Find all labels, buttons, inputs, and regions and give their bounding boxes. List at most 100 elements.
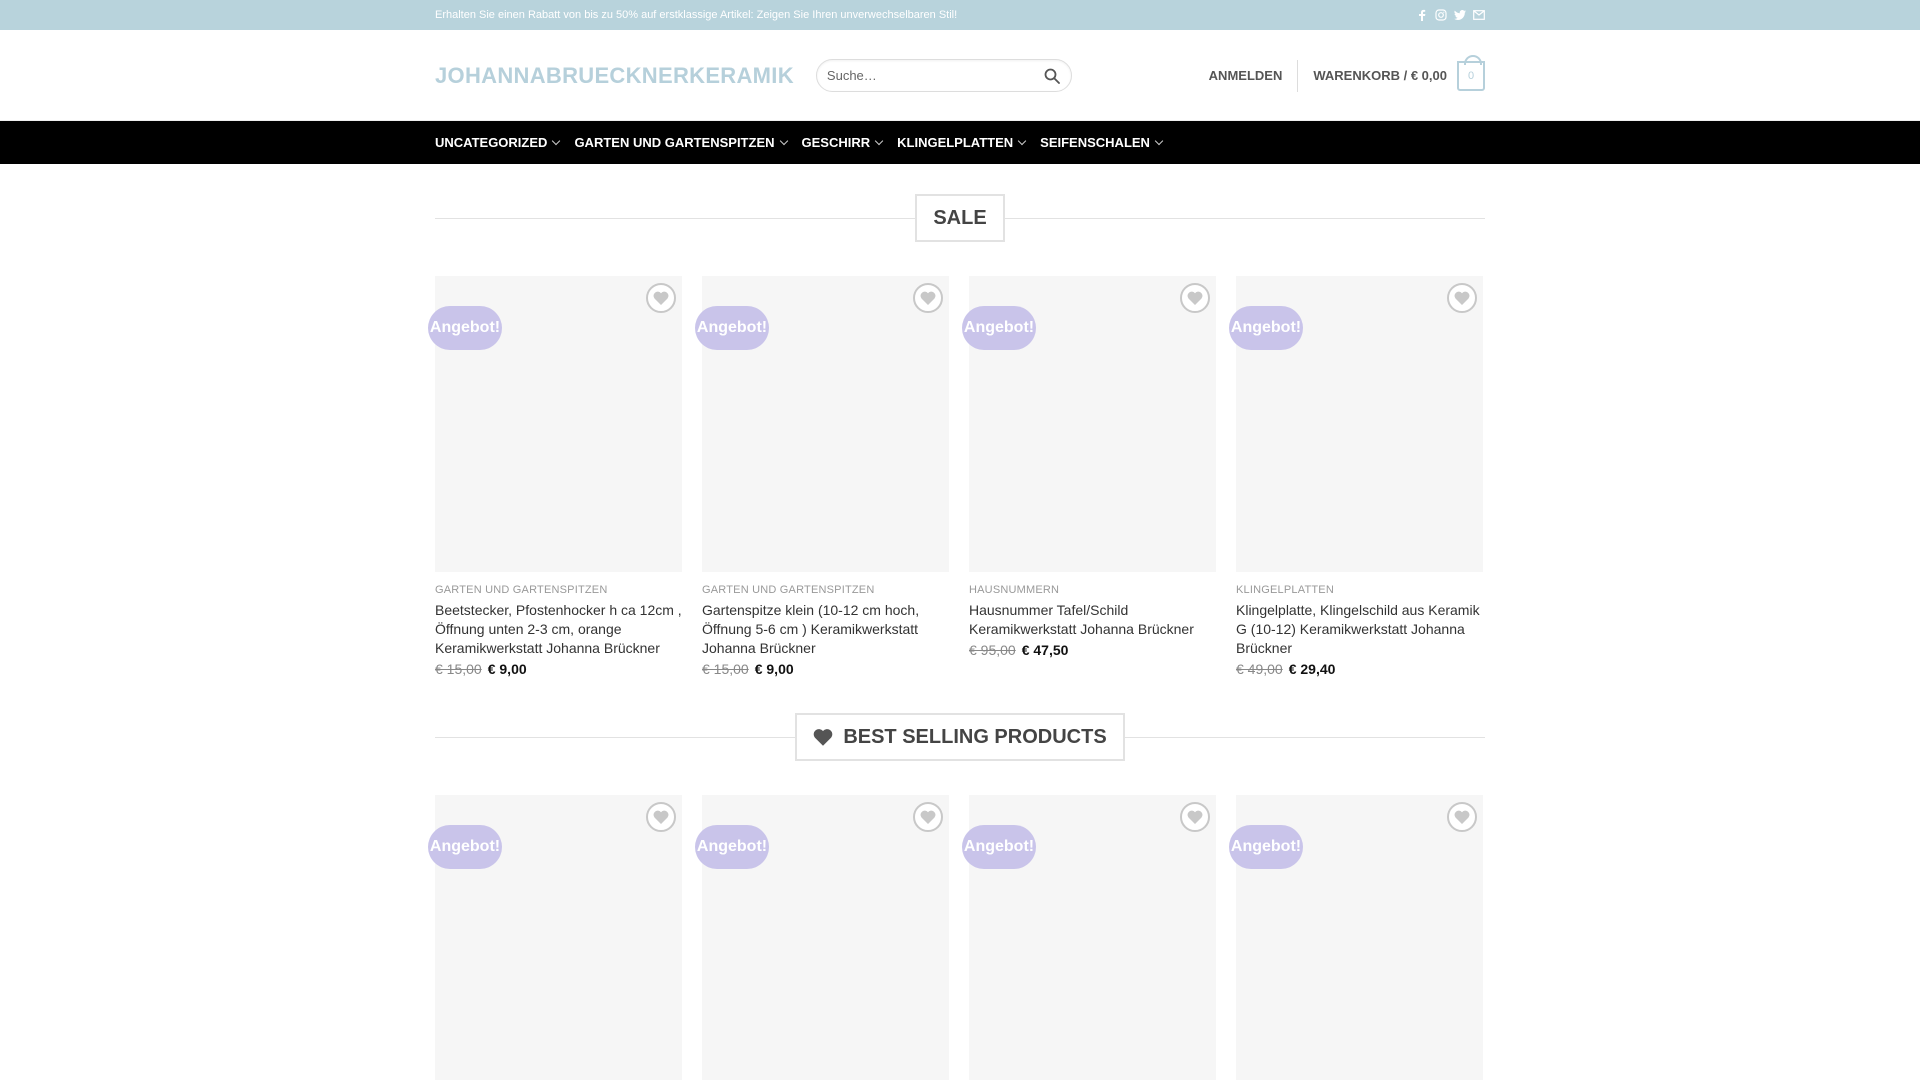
search-box	[815, 59, 1072, 92]
main-nav: UNCATEGORIZED GARTEN UND GARTENSPITZEN G…	[0, 121, 1920, 164]
chevron-down-icon	[1154, 136, 1164, 146]
wishlist-button[interactable]	[1180, 283, 1210, 313]
heart-icon	[814, 729, 833, 746]
wishlist-button[interactable]	[646, 283, 676, 313]
product-image[interactable]: Angebot!	[962, 276, 1216, 572]
product-card: Angebot! HAUSNUMMERN Hausnummer Tafel/Sc…	[962, 276, 1216, 677]
product-price: € 49,00 € 29,40	[1236, 661, 1483, 677]
section-heading: BEST SELLING PRODUCTS	[795, 713, 1125, 761]
section-heading: SALE	[915, 194, 1005, 242]
product-price: € 15,00 € 9,00	[702, 661, 949, 677]
site-header: JOHANNABRUECKNERKERAMIK ANMELDEN WARENKO…	[0, 30, 1920, 121]
product-card: Angebot! KLINGELPLATTEN Klingelplatte, K…	[1229, 276, 1483, 677]
heart-icon	[653, 810, 669, 824]
search-input[interactable]	[826, 68, 1043, 83]
new-price: € 47,50	[1021, 642, 1069, 658]
product-image[interactable]: Angebot!	[1229, 795, 1483, 1080]
product-image[interactable]: Angebot!	[695, 795, 949, 1080]
nav-item-label: GESCHIRR	[801, 135, 871, 150]
product-title[interactable]: Klingelplatte, Klingelschild aus Keramik…	[1236, 601, 1483, 658]
wishlist-button[interactable]	[913, 802, 943, 832]
sale-badge: Angebot!	[962, 306, 1036, 350]
promo-text: Erhalten Sie einen Rabatt von bis zu 50%…	[435, 9, 958, 21]
best-selling-section-title: BEST SELLING PRODUCTS	[435, 713, 1485, 761]
product-image[interactable]: Angebot!	[428, 795, 682, 1080]
product-category[interactable]: HAUSNUMMERN	[969, 584, 1216, 596]
nav-item-uncategorized[interactable]: UNCATEGORIZED	[435, 135, 561, 150]
product-card: Angebot!	[962, 795, 1216, 1080]
sale-badge: Angebot!	[1229, 825, 1303, 869]
heart-icon	[1454, 291, 1470, 305]
site-logo[interactable]: JOHANNABRUECKNERKERAMIK	[435, 63, 794, 89]
product-image[interactable]: Angebot!	[1229, 276, 1483, 572]
sale-badge: Angebot!	[962, 825, 1036, 869]
heart-icon	[653, 291, 669, 305]
cart-label: WARENKORB / € 0,00	[1313, 68, 1447, 83]
sale-section-title: SALE	[435, 194, 1485, 242]
wishlist-button[interactable]	[646, 802, 676, 832]
cart-link[interactable]: WARENKORB / € 0,00 0	[1298, 54, 1485, 91]
nav-item-seifenschalen[interactable]: SEIFENSCHALEN	[1040, 135, 1164, 150]
section-heading-text: SALE	[933, 206, 987, 229]
wishlist-button[interactable]	[1180, 802, 1210, 832]
product-image[interactable]: Angebot!	[962, 795, 1216, 1080]
new-price: € 9,00	[754, 661, 794, 677]
product-category[interactable]: GARTEN UND GARTENSPITZEN	[435, 584, 682, 596]
nav-item-klingelplatten[interactable]: KLINGELPLATTEN	[897, 135, 1027, 150]
heart-icon	[1187, 291, 1203, 305]
product-title[interactable]: Gartenspitze klein (10-12 cm hoch, Öffnu…	[702, 601, 949, 658]
product-price: € 95,00 € 47,50	[969, 642, 1216, 658]
chevron-down-icon	[874, 136, 884, 146]
mail-icon[interactable]	[1473, 9, 1485, 21]
heart-icon	[920, 810, 936, 824]
old-price: € 15,00	[435, 661, 482, 677]
nav-item-label: GARTEN UND GARTENSPITZEN	[574, 135, 775, 150]
product-title[interactable]: Beetstecker, Pfostenhocker h ca 12cm , Ö…	[435, 601, 682, 658]
chevron-down-icon	[779, 136, 788, 146]
nav-item-label: UNCATEGORIZED	[435, 135, 548, 150]
product-card: Angebot!	[695, 795, 949, 1080]
twitter-icon[interactable]	[1454, 9, 1466, 21]
wishlist-button[interactable]	[1447, 802, 1477, 832]
product-title[interactable]: Hausnummer Tafel/Schild Keramikwerkstatt…	[969, 601, 1216, 639]
best-selling-products-grid: Angebot! Angebot! Angebot! Angebot!	[428, 795, 1485, 1080]
instagram-icon[interactable]	[1435, 9, 1447, 21]
sale-badge: Angebot!	[428, 825, 502, 869]
new-price: € 29,40	[1288, 661, 1336, 677]
section-heading-text: BEST SELLING PRODUCTS	[843, 725, 1107, 748]
product-card: Angebot! GARTEN UND GARTENSPITZEN Garten…	[695, 276, 949, 677]
wishlist-button[interactable]	[913, 283, 943, 313]
old-price: € 49,00	[1236, 661, 1283, 677]
facebook-icon[interactable]	[1416, 9, 1428, 21]
nav-item-label: KLINGELPLATTEN	[897, 135, 1014, 150]
top-bar: Erhalten Sie einen Rabatt von bis zu 50%…	[0, 0, 1920, 30]
heart-icon	[1187, 810, 1203, 824]
product-price: € 15,00 € 9,00	[435, 661, 682, 677]
product-category[interactable]: GARTEN UND GARTENSPITZEN	[702, 584, 949, 596]
product-category[interactable]: KLINGELPLATTEN	[1236, 584, 1483, 596]
cart-count-icon: 0	[1457, 54, 1485, 91]
product-image[interactable]: Angebot!	[428, 276, 682, 572]
nav-item-label: SEIFENSCHALEN	[1040, 135, 1150, 150]
sale-badge: Angebot!	[695, 825, 769, 869]
chevron-down-icon	[552, 136, 561, 146]
sale-products-grid: Angebot! GARTEN UND GARTENSPITZEN Beetst…	[428, 276, 1485, 677]
heart-icon	[1454, 810, 1470, 824]
sale-badge: Angebot!	[695, 306, 769, 350]
search-icon[interactable]	[1043, 67, 1061, 85]
sale-badge: Angebot!	[1229, 306, 1303, 350]
old-price: € 95,00	[969, 642, 1016, 658]
social-links	[1416, 9, 1485, 21]
product-card: Angebot!	[428, 795, 682, 1080]
login-link[interactable]: ANMELDEN	[1209, 59, 1299, 92]
wishlist-button[interactable]	[1447, 283, 1477, 313]
old-price: € 15,00	[702, 661, 749, 677]
nav-item-geschirr[interactable]: GESCHIRR	[801, 135, 884, 150]
new-price: € 9,00	[487, 661, 527, 677]
nav-item-garten[interactable]: GARTEN UND GARTENSPITZEN	[574, 135, 788, 150]
heart-icon	[920, 291, 936, 305]
product-card: Angebot!	[1229, 795, 1483, 1080]
chevron-down-icon	[1017, 136, 1027, 146]
product-image[interactable]: Angebot!	[695, 276, 949, 572]
product-card: Angebot! GARTEN UND GARTENSPITZEN Beetst…	[428, 276, 682, 677]
